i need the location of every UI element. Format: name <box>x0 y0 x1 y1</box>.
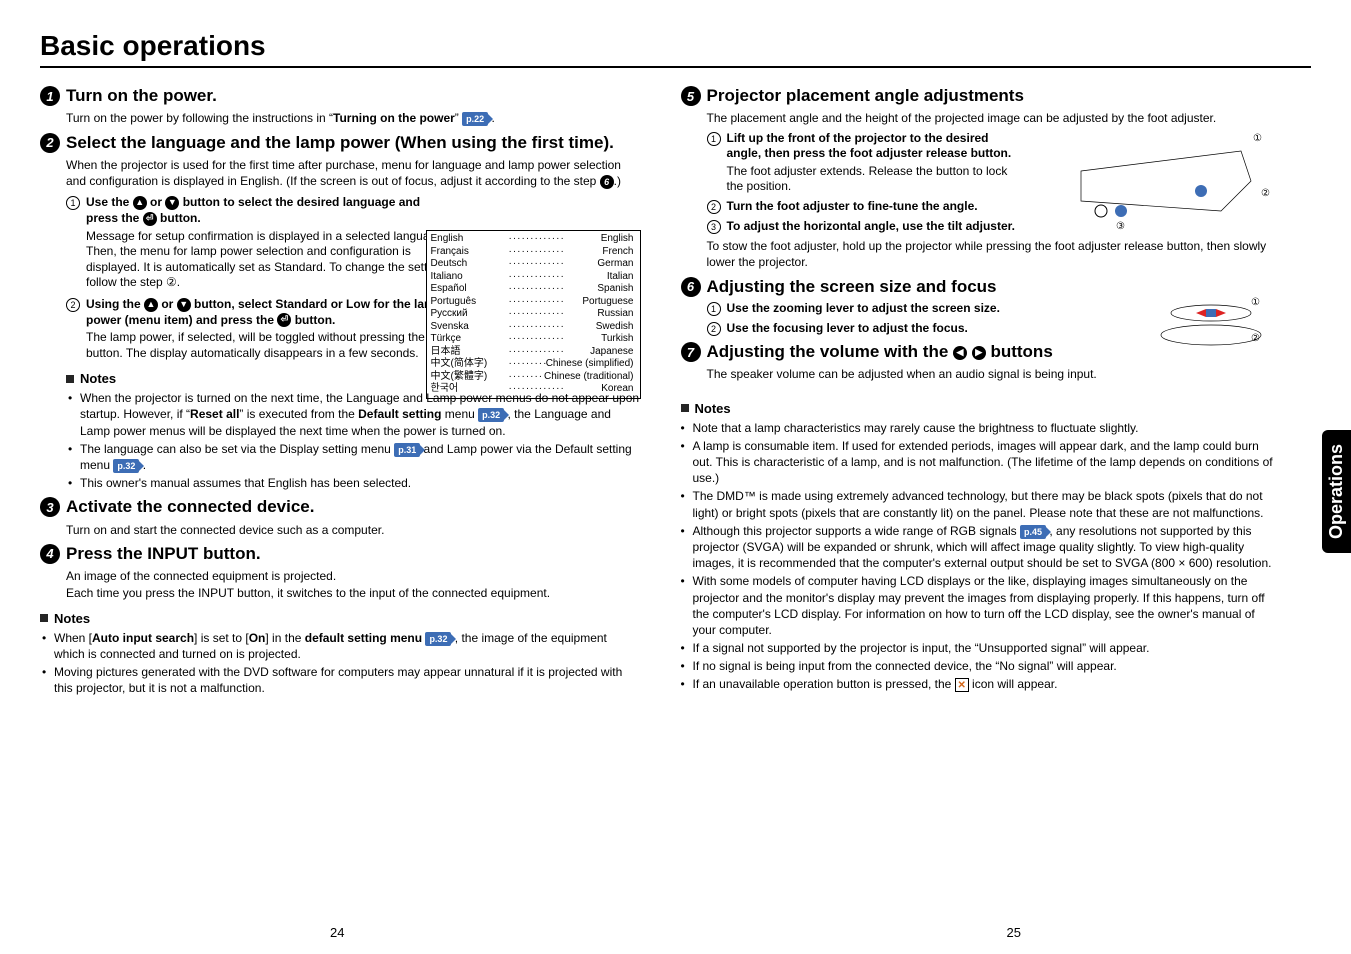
language-row: 日本語············· Japanese <box>431 346 634 359</box>
left-icon: ◀ <box>953 346 967 360</box>
enter-icon: ⏎ <box>143 212 157 226</box>
page-ref-22[interactable]: p.22 <box>462 112 488 126</box>
svg-text:①: ① <box>1253 133 1262 144</box>
page-ref-32[interactable]: p.32 <box>478 408 504 422</box>
left-column: 1 Turn on the power. Turn on the power b… <box>40 80 641 699</box>
language-row: Français············· French <box>431 246 634 259</box>
language-table: English············· EnglishFrançais····… <box>426 230 641 399</box>
up-icon: ▲ <box>144 298 158 312</box>
substep-1: 1 <box>707 132 721 146</box>
substep-3: 3 <box>707 220 721 234</box>
projector-diagram: ① ② ③ <box>1041 111 1281 241</box>
notes-label: Notes <box>695 401 731 416</box>
page-ref-32[interactable]: p.32 <box>425 632 451 646</box>
svg-text:②: ② <box>1251 333 1260 344</box>
s6-sub1: Use the zooming lever to adjust the scre… <box>727 301 1000 317</box>
notes-label: Notes <box>54 611 90 626</box>
note-item: If no signal is being input from the con… <box>693 658 1282 674</box>
step-4-badge: 4 <box>40 544 60 564</box>
substep-1-title: Use the ▲ or ▼ button to select the desi… <box>86 195 450 226</box>
language-row: 中文(简体字)············· Chinese (simplified… <box>431 358 634 371</box>
note-item: If a signal not supported by the project… <box>693 640 1282 656</box>
s5-sub3-title: To adjust the horizontal angle, use the … <box>727 219 1015 235</box>
substep-2: 2 <box>707 322 721 336</box>
notes-icon <box>681 404 689 412</box>
step-3-title: Activate the connected device. <box>66 497 314 517</box>
s5-sub1-body: The foot adjuster extends. Release the b… <box>727 164 1021 195</box>
step-5-badge: 5 <box>681 86 701 106</box>
page-ref-32[interactable]: p.32 <box>113 459 139 473</box>
step-2-badge: 2 <box>40 133 60 153</box>
notes-icon <box>66 375 74 383</box>
right-column: 5 Projector placement angle adjustments … <box>681 80 1312 699</box>
note-item: This owner's manual assumes that English… <box>80 475 641 491</box>
language-row: Türkçe············· Turkish <box>431 333 634 346</box>
step-5-title: Projector placement angle adjustments <box>707 86 1024 106</box>
language-row: Português············· Portuguese <box>431 296 634 309</box>
page-ref-31[interactable]: p.31 <box>394 443 420 457</box>
step-7-body: The speaker volume can be adjusted when … <box>707 366 1282 382</box>
step-1-title: Turn on the power. <box>66 86 217 106</box>
step-4-body: An image of the connected equipment is p… <box>66 568 641 600</box>
language-row: English············· English <box>431 233 634 246</box>
substep-2: 2 <box>66 298 80 312</box>
enter-icon: ⏎ <box>277 313 291 327</box>
step-6-badge: 6 <box>681 277 701 297</box>
substep-1-body: Message for setup confirmation is displa… <box>86 229 450 291</box>
s5-sub1-title: Lift up the front of the projector to th… <box>727 131 1021 162</box>
page-number-right: 25 <box>1007 925 1021 940</box>
substep-1: 1 <box>707 302 721 316</box>
note-item: If an unavailable operation button is pr… <box>693 676 1282 692</box>
step-3-badge: 3 <box>40 497 60 517</box>
note-item: When [Auto input search] is set to [On] … <box>54 630 641 662</box>
step-4-title: Press the INPUT button. <box>66 544 261 564</box>
s5-tail: To stow the foot adjuster, hold up the p… <box>707 238 1282 270</box>
language-row: Русский············· Russian <box>431 308 634 321</box>
lever-diagram: ① ② <box>1151 293 1271 353</box>
substep-1: 1 <box>66 196 80 210</box>
page-ref-45[interactable]: p.45 <box>1020 525 1046 539</box>
language-row: 中文(繁體字)············· Chinese (traditiona… <box>431 371 634 384</box>
right-icon: ▶ <box>972 346 986 360</box>
ref-step-6: 6 <box>600 175 614 189</box>
note-item: The DMD™ is made using extremely advance… <box>693 488 1282 520</box>
down-icon: ▼ <box>165 196 179 210</box>
substep-2: 2 <box>707 200 721 214</box>
up-icon: ▲ <box>133 196 147 210</box>
page-title: Basic operations <box>40 30 1311 68</box>
page-number-left: 24 <box>330 925 344 940</box>
note-item: Although this projector supports a wide … <box>693 523 1282 572</box>
notes-icon <box>40 614 48 622</box>
s6-sub2: Use the focusing lever to adjust the foc… <box>727 321 968 337</box>
x-icon: ✕ <box>955 678 969 692</box>
down-icon: ▼ <box>177 298 191 312</box>
language-row: Svenska············· Swedish <box>431 321 634 334</box>
step-1-body: Turn on the power by following the instr… <box>66 110 641 126</box>
step-3-body: Turn on and start the connected device s… <box>66 522 641 538</box>
svg-text:②: ② <box>1261 188 1270 199</box>
step-7-badge: 7 <box>681 342 701 362</box>
s5-sub2-title: Turn the foot adjuster to fine-tune the … <box>727 199 978 215</box>
step-6-title: Adjusting the screen size and focus <box>707 277 997 297</box>
note-item: Note that a lamp characteristics may rar… <box>693 420 1282 436</box>
note-item: A lamp is consumable item. If used for e… <box>693 438 1282 487</box>
side-tab-operations: Operations <box>1322 430 1351 553</box>
svg-text:①: ① <box>1251 297 1260 308</box>
step-1-badge: 1 <box>40 86 60 106</box>
note-item: Moving pictures generated with the DVD s… <box>54 664 641 696</box>
step-2-body: When the projector is used for the first… <box>66 157 641 189</box>
step-7-title: Adjusting the volume with the ◀ ▶ button… <box>707 342 1053 362</box>
language-row: Deutsch············· German <box>431 258 634 271</box>
notes-label: Notes <box>80 371 116 386</box>
note-item: The language can also be set via the Dis… <box>80 441 641 473</box>
step-2-title: Select the language and the lamp power (… <box>66 133 614 153</box>
substep-2-title: Using the ▲ or ▼ button, select Standard… <box>86 297 450 328</box>
substep-2-body: The lamp power, if selected, will be tog… <box>86 330 450 361</box>
language-row: Italiano············· Italian <box>431 271 634 284</box>
note-item: With some models of computer having LCD … <box>693 573 1282 638</box>
note-item: When the projector is turned on the next… <box>80 390 641 439</box>
language-row: Español············· Spanish <box>431 283 634 296</box>
svg-text:③: ③ <box>1116 221 1125 232</box>
